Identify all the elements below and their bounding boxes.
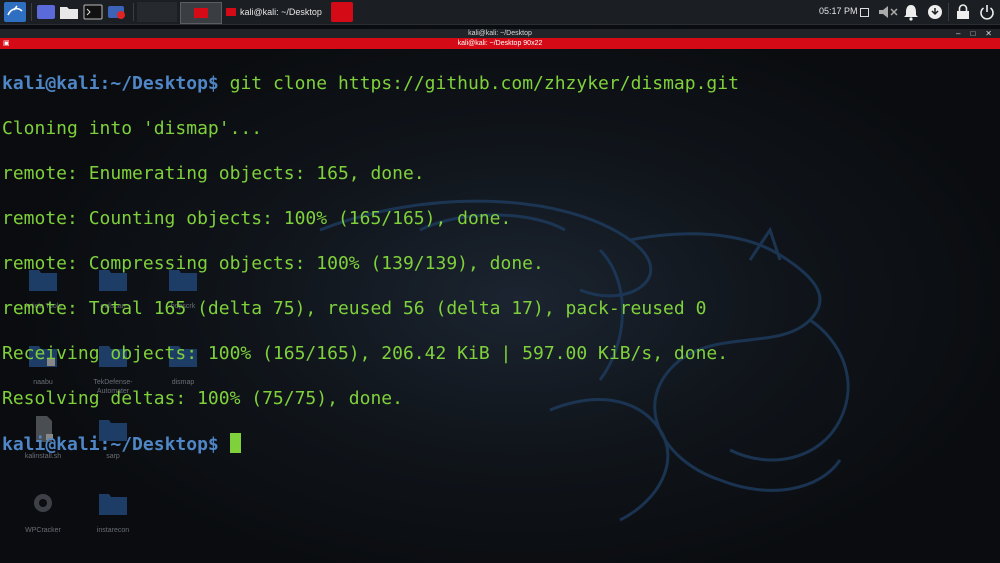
- volume-button[interactable]: [876, 2, 900, 22]
- terminal-cursor: [229, 432, 241, 453]
- maximize-button[interactable]: □: [970, 29, 975, 38]
- gear-icon: [34, 494, 52, 512]
- window-thumb-icon: [194, 8, 208, 18]
- screen-recorder-launcher[interactable]: [106, 2, 128, 22]
- output-line: Receiving objects: 100% (165/165), 206.4…: [2, 342, 729, 364]
- prompt-path: :~/Desktop$: [99, 433, 219, 455]
- bell-icon: [904, 5, 918, 21]
- desktop-icon-instarecon[interactable]: instarecon: [78, 490, 148, 535]
- lock-icon: [957, 4, 969, 19]
- output-line: Cloning into 'dismap'...: [2, 117, 263, 139]
- terminal-output[interactable]: kali@kali:~/Desktop$ git clone https://g…: [2, 50, 998, 479]
- lock-screen-button[interactable]: [954, 2, 972, 22]
- desktop-icon-wpcracker[interactable]: WPCracker: [8, 490, 78, 535]
- folder-icon: [99, 494, 127, 515]
- clock[interactable]: 05:17 PM: [819, 6, 858, 16]
- window-box-icon: [859, 7, 869, 17]
- power-button[interactable]: [978, 2, 996, 22]
- taskbar: kali@kali: ~/Desktop 05:17 PM: [0, 0, 1000, 25]
- command-line: kali@kali:~/Desktop$ git clone https://g…: [2, 73, 998, 96]
- window-controls: – □ ✕: [956, 29, 992, 38]
- tab-title: kali@kali: ~/Desktop 90x22: [457, 40, 543, 47]
- updates-button[interactable]: [925, 2, 945, 22]
- recorder-icon: [108, 6, 125, 19]
- prompt-line: kali@kali:~/Desktop$: [2, 432, 998, 457]
- output-line: remote: Total 165 (delta 75), reused 56 …: [2, 297, 707, 319]
- workspace-2[interactable]: [180, 2, 222, 24]
- taskbar-red-task[interactable]: [331, 2, 353, 22]
- notifications-button[interactable]: [901, 2, 921, 22]
- taskbar-terminal-task[interactable]: kali@kali: ~/Desktop: [226, 2, 322, 22]
- command-text: git clone https://github.com/zhzyker/dis…: [218, 72, 739, 94]
- update-icon: [928, 5, 942, 19]
- file-manager-launcher[interactable]: [58, 2, 80, 22]
- prompt-path: :~/Desktop$: [99, 72, 219, 94]
- speaker-muted-icon: [879, 6, 898, 18]
- close-button[interactable]: ✕: [985, 29, 992, 38]
- minimize-button[interactable]: –: [956, 29, 960, 38]
- terminal-icon: [226, 8, 236, 16]
- prompt-user: kali@kali: [2, 72, 100, 94]
- output-line: Resolving deltas: 100% (75/75), done.: [2, 387, 403, 409]
- kali-logo-icon: [4, 2, 26, 22]
- workspace-switcher[interactable]: [137, 2, 177, 22]
- show-desktop-button[interactable]: [35, 2, 57, 22]
- window-title: kali@kali: ~/Desktop: [468, 30, 532, 37]
- prompt-user: kali@kali: [2, 433, 100, 455]
- terminal-launcher[interactable]: [82, 2, 104, 22]
- output-line: remote: Compressing objects: 100% (139/1…: [2, 252, 544, 274]
- terminal-tabbar[interactable]: kali@kali: ~/Desktop 90x22 ▣: [0, 38, 1000, 49]
- folder-icon: [60, 7, 78, 19]
- terminal-icon: [83, 4, 103, 20]
- tab-menu-icon[interactable]: ▣: [3, 38, 10, 49]
- output-line: remote: Enumerating objects: 165, done.: [2, 162, 425, 184]
- power-icon: [980, 5, 994, 20]
- taskbar-task-title: kali@kali: ~/Desktop: [240, 7, 322, 17]
- window-toggle-button[interactable]: [858, 2, 870, 22]
- output-line: remote: Counting objects: 100% (165/165)…: [2, 207, 512, 229]
- desktop-icon: [37, 5, 55, 19]
- kali-menu-button[interactable]: [2, 2, 28, 22]
- terminal-titlebar[interactable]: kali@kali: ~/Desktop – □ ✕: [0, 29, 1000, 38]
